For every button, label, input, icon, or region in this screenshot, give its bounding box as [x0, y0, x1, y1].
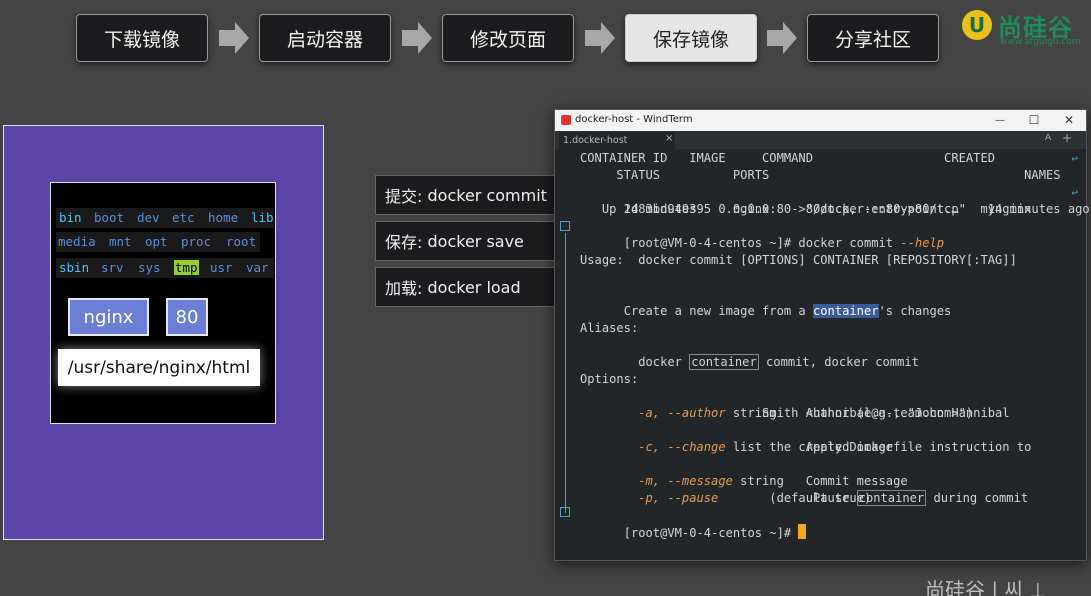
dir-item: srv [101, 260, 124, 275]
dir-item: root [226, 234, 257, 249]
brand-logo: U 尚硅谷 www.atguigu.com [960, 8, 1091, 48]
watermark: 尚硅谷 | 씨 ⊥ [925, 578, 1047, 596]
terminal-line: Aliases: [580, 321, 639, 335]
terminal-line: STATUS PORTS NAMES [580, 168, 1061, 182]
option-desc: during commit [926, 491, 1029, 505]
tab-docker-host[interactable]: 1.docker-host × [559, 132, 675, 149]
terminal-line: Usage: docker commit [OPTIONS] CONTAINER… [580, 253, 1017, 267]
step-start-container[interactable]: 启动容器 [259, 14, 391, 62]
dir-item: home [208, 210, 239, 225]
dir-item: media [58, 234, 96, 249]
terminal-cursor[interactable] [798, 524, 807, 539]
terminal-line: CONTAINER ID IMAGE COMMAND CREATED [580, 151, 996, 165]
dir-row-1: bin boot dev etc home lib [56, 208, 274, 228]
terminal-line: 2d83bd949395 nginx "/docker-entrypoint.…… [580, 184, 1090, 216]
save-label: 保存: [385, 233, 423, 252]
arrow-right-icon [402, 22, 432, 54]
commit-label: 提交: [385, 187, 423, 206]
window-titlebar[interactable]: docker-host - WindTerm — ☐ ✕ [555, 110, 1086, 131]
load-label: 加载: [385, 279, 423, 298]
dir-item: sbin [59, 260, 90, 275]
window-title: docker-host - WindTerm [575, 114, 693, 125]
prompt-text: [root@VM-0-4-centos ~]# [623, 526, 799, 540]
tab-bar: 1.docker-host × A + [555, 131, 1086, 149]
load-cmd: docker load [427, 277, 521, 297]
terminal-line: [root@VM-0-4-centos ~]# docker commit --… [580, 218, 944, 250]
minimize-icon[interactable]: — [991, 112, 1009, 128]
terminal-line: the created image [580, 440, 894, 454]
arrow-right-icon [585, 22, 615, 54]
terminal-output[interactable]: ↩ ↩ CONTAINER ID IMAGE COMMAND CREATED S… [555, 149, 1090, 560]
step-share-community[interactable]: 分享社区 [807, 14, 939, 62]
step-download-image[interactable]: 下载镜像 [76, 14, 208, 62]
terminal-text: 's changes [878, 304, 952, 318]
terminal-line: -c, --change list Apply Dockerfile instr… [580, 422, 1031, 454]
new-tab-icon[interactable]: + [1062, 131, 1072, 145]
arrow-right-icon [219, 22, 249, 54]
prompt-text: [root@VM-0-4-centos ~]# docker commit [623, 236, 901, 250]
save-cmd: docker save [427, 231, 524, 251]
terminal-line: Options: [580, 372, 639, 386]
terminal-line: -p, --pause Pause container during commi… [580, 473, 1028, 506]
prompt-option: --help [900, 236, 945, 250]
dir-row-2: media mnt opt proc root [56, 232, 260, 252]
dir-item: sys [138, 260, 161, 275]
terminal-line: docker container commit, docker commit [580, 337, 919, 370]
commit-cmd: docker commit [427, 185, 547, 205]
save-command-card: 保存: docker save [375, 221, 565, 261]
match-highlight: container [689, 354, 759, 370]
fold-marker-icon[interactable] [560, 507, 570, 517]
dir-item: mnt [109, 234, 132, 249]
windterm-window: docker-host - WindTerm — ☐ ✕ 1.docker-ho… [554, 109, 1090, 561]
dir-item: boot [94, 210, 125, 225]
step-modify-page[interactable]: 修改页面 [442, 14, 574, 62]
container-port-box: 80 [166, 298, 208, 336]
terminal-line: Smith <hannibal@a-team.com>") [580, 406, 974, 420]
dir-item: lib [251, 210, 274, 225]
terminal-line: Create a new image from a container's ch… [580, 286, 951, 318]
app-icon [561, 115, 571, 125]
dir-row-3: sbin srv sys tmp usr var [56, 258, 274, 278]
terminal-text: Create a new image from a [623, 304, 813, 318]
tab-close-icon[interactable]: × [665, 133, 673, 144]
terminal-line: -a, --author string Author (e.g., "John … [580, 388, 1009, 420]
terminal-line: [root@VM-0-4-centos ~]# [580, 507, 807, 540]
terminal-line: -m, --message string Commit message [580, 456, 907, 488]
logo-mark-icon: U [962, 10, 992, 40]
dir-item: etc [172, 210, 195, 225]
html-path-box: /usr/share/nginx/html [58, 349, 260, 386]
close-icon[interactable]: ✕ [1060, 112, 1078, 128]
terminal-line: (default true) [580, 491, 872, 505]
dir-item: usr [210, 260, 233, 275]
load-command-card: 加载: docker load [375, 267, 565, 307]
terminal-text: commit, docker commit [758, 355, 919, 369]
dir-item: opt [145, 234, 168, 249]
selection-highlight: container [813, 304, 879, 318]
font-size-icon[interactable]: A [1045, 133, 1051, 143]
terminal-line: Up 14 minutes 0.0.0.0:80->80/tcp, :::80-… [580, 202, 1032, 216]
fold-line [565, 233, 566, 513]
wrap-icon: ↩ [1071, 152, 1078, 165]
dir-item: bin [59, 210, 82, 225]
dir-item-tmp: tmp [174, 260, 199, 275]
fold-marker-icon[interactable] [560, 221, 570, 231]
tab-label: 1.docker-host [563, 135, 628, 146]
logo-url: www.atguigu.com [1000, 37, 1081, 47]
container-name-box: nginx [68, 298, 149, 336]
step-save-image[interactable]: 保存镜像 [625, 14, 757, 62]
commit-command-card: 提交: docker commit [375, 175, 565, 215]
dir-item: dev [137, 210, 160, 225]
maximize-icon[interactable]: ☐ [1025, 112, 1043, 128]
dir-item: proc [181, 234, 212, 249]
terminal-text: docker [623, 355, 690, 369]
dir-item: var [246, 260, 269, 275]
arrow-right-icon [767, 22, 797, 54]
